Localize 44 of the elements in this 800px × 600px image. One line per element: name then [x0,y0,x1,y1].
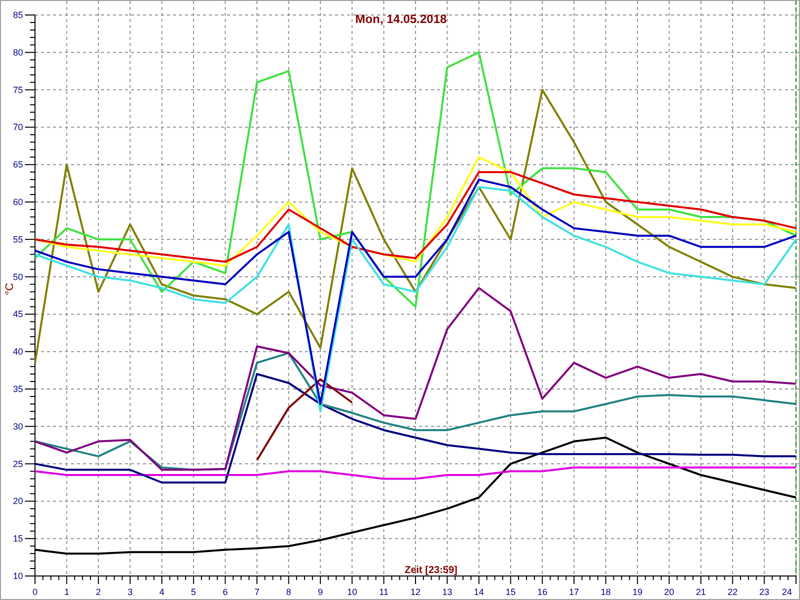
x-tick-label: 23 [759,587,770,597]
x-tick-label: 1 [64,587,70,597]
x-tick-label: 6 [222,587,228,597]
x-tick-label: 13 [442,587,452,597]
y-tick-label: 15 [12,534,23,544]
y-tick-label: 75 [12,84,23,95]
y-tick-label: 10 [12,571,23,581]
y-tick-label: 25 [12,458,23,469]
y-axis-label: °C [4,282,16,296]
y-tick-label: 35 [12,384,23,394]
x-tick-label: 22 [728,587,738,597]
x-tick-label: 11 [379,587,388,597]
y-tick-label: 50 [12,272,23,282]
y-tick-label: 85 [12,10,23,20]
x-tick-label: 2 [96,587,101,597]
x-tick-label: 24 [782,587,792,597]
x-tick-label: 0 [32,587,38,597]
x-tick-label: 15 [506,587,516,597]
x-tick-label: 20 [664,587,674,597]
x-tick-label: 21 [696,587,706,597]
x-tick-label: 4 [159,587,164,597]
y-tick-label: 70 [12,122,23,132]
x-tick-label: 12 [410,587,420,597]
x-tick-label: 18 [600,587,611,597]
y-tick-label: 65 [12,160,23,170]
y-tick-label: 60 [12,197,23,207]
chart-title: Mon, 14.05.2018 [355,12,447,26]
x-tick-label: 3 [128,587,133,597]
y-tick-label: 20 [12,496,23,506]
y-tick-label: 80 [12,47,23,58]
x-tick-label: 5 [191,587,196,597]
x-tick-label: 14 [474,587,484,597]
x-tick-label: 8 [286,587,292,597]
x-tick-label: 19 [632,587,642,597]
y-tick-label: 30 [12,421,23,432]
y-tick-label: 55 [12,234,23,244]
x-tick-label: 7 [254,587,260,597]
x-tick-label: 9 [318,587,323,597]
x-tick-label: 16 [537,587,548,597]
x-tick-label: 10 [347,587,358,597]
y-tick-label: 45 [12,309,23,320]
x-axis-label: Zeit [23:59] [404,565,458,576]
y-tick-label: 40 [12,346,23,357]
x-tick-label: 17 [569,587,580,597]
